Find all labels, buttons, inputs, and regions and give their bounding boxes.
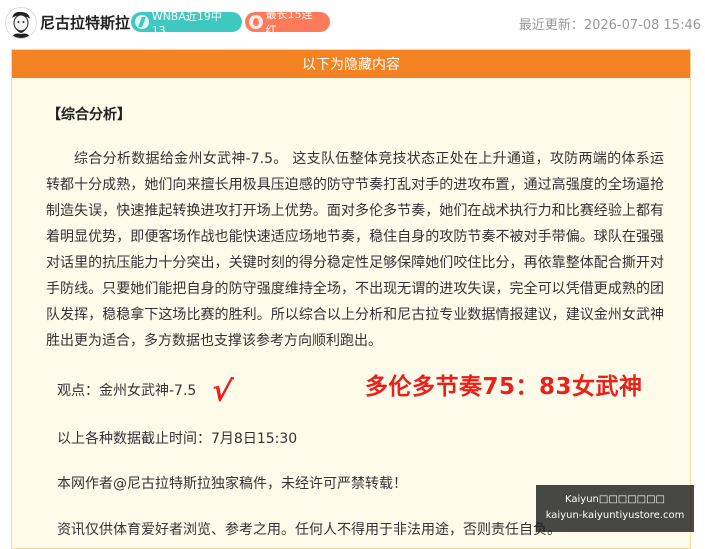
author-name[interactable]: 尼古拉特斯拉 — [40, 12, 130, 33]
score-result: 多伦多节奏75：83女武神 — [365, 374, 643, 400]
watermark-line-2: kaiyun-kaiyuntiyustore.com — [545, 510, 685, 521]
copyright-notice: 本网作者@尼古拉特斯拉独家稿件，未经许可严禁转载！ — [57, 476, 407, 492]
hidden-content-header: 以下为隐藏内容 — [12, 50, 690, 78]
streak-badge: 最长15连红 — [245, 8, 330, 37]
section-title: 【综合分析】 — [47, 107, 131, 123]
disclaimer: 资讯仅供体育爱好者浏览、参考之用。任何人不得用于非法用途，否则责任自负。 — [57, 522, 561, 538]
watermark-line-1: Kaiyun□□□□□□□ — [564, 494, 666, 505]
viewpoint: 观点：金州女武神-7.5 — [57, 383, 197, 399]
last-updated: 最近更新：2026-07-08 15:46 — [518, 18, 701, 33]
streak-badge-label: 最长15连红 — [265, 8, 313, 37]
article-header: 尼古拉特斯拉 WNBA近19中13 最长15连红 最近更新：2026-07-08… — [0, 0, 705, 44]
avatar-portrait-icon — [6, 8, 36, 38]
record-badge-label: WNBA近19中13 — [151, 9, 222, 37]
author-avatar[interactable] — [5, 7, 37, 39]
flame-icon — [249, 15, 263, 29]
record-badge: WNBA近19中13 — [131, 10, 242, 37]
basketball-icon — [135, 15, 149, 29]
data-deadline: 以上各种数据截止时间：7月8日15:30 — [57, 431, 298, 447]
site-watermark: Kaiyun□□□□□□□ kaiyun-kaiyuntiyustore.com — [536, 485, 694, 532]
analysis-paragraph: 综合分析数据给金州女武神-7.5。 这支队伍整体竞技状态正处在上升通道，攻防两端… — [46, 151, 664, 349]
